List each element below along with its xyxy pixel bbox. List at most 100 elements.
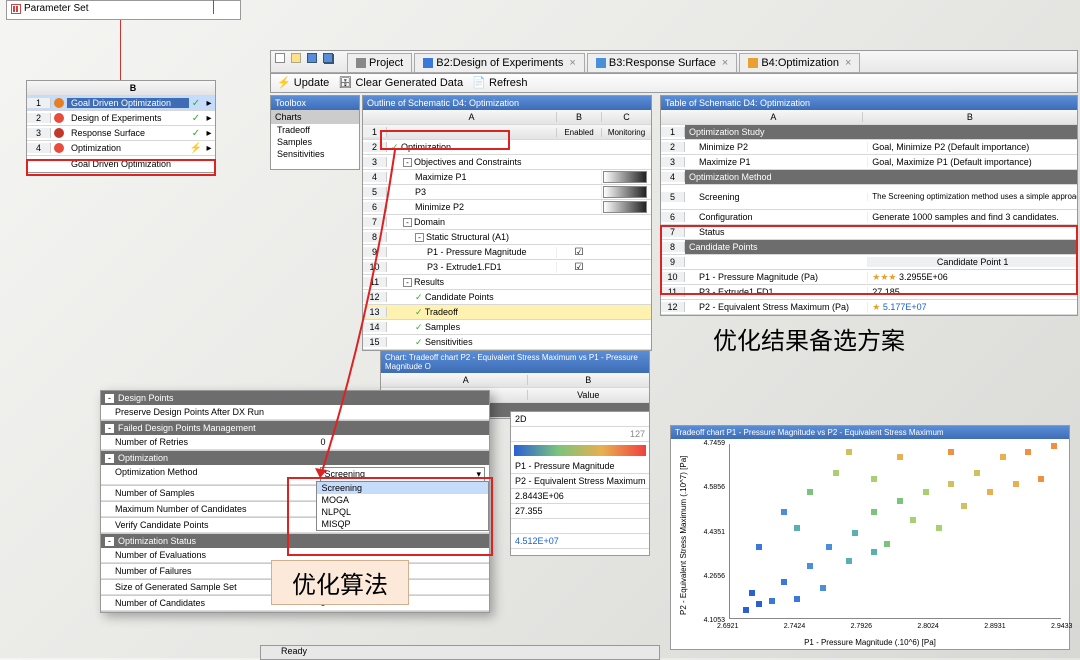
saveall-icon[interactable] — [323, 53, 333, 63]
outline-row-8[interactable]: 8-Static Structural (A1) — [363, 230, 651, 245]
outline-row-11[interactable]: 11-Results — [363, 275, 651, 290]
table-row-5[interactable]: 5 Screening The Screening optimization m… — [661, 185, 1077, 210]
close-icon[interactable]: × — [845, 57, 851, 69]
toolbox-item[interactable]: Samples — [271, 136, 359, 148]
outline-row-15[interactable]: 15✓ Sensitivities — [363, 335, 651, 350]
outline-row-12[interactable]: 12✓ Candidate Points — [363, 290, 651, 305]
schematic-row-3[interactable]: 3 Response Surface ✓ ▸ — [27, 126, 215, 141]
open-icon[interactable] — [291, 53, 301, 63]
outline-row-2[interactable]: 2✓ Optimization — [363, 140, 651, 155]
tab-icon — [596, 58, 606, 68]
status-ready: Ready — [261, 646, 307, 656]
props-section: -Failed Design Points Management — [101, 421, 489, 435]
clear-btn[interactable]: 🗄 Clear Generated Data — [338, 77, 463, 89]
scatter-point — [749, 590, 755, 596]
module-icon — [54, 113, 64, 123]
outline-row-4[interactable]: 4Maximize P1 — [363, 170, 651, 185]
table-group: 4Optimization Method — [661, 170, 1077, 185]
scatter-point — [897, 498, 903, 504]
annotation-algo: 优化算法 — [271, 560, 409, 605]
scatter-ylabel: P2 - Equivalent Stress Maximum (.10^7) [… — [679, 446, 695, 625]
table-row-12[interactable]: 12 P2 - Equivalent Stress Maximum (Pa) ★… — [661, 300, 1077, 315]
toolbox-item[interactable]: Sensitivities — [271, 148, 359, 160]
tab-icon — [748, 58, 758, 68]
schematic-col-header: B — [51, 83, 215, 93]
scatter-point — [1025, 449, 1031, 455]
tab-icon — [356, 58, 366, 68]
table-row-2[interactable]: 2 Minimize P2 Goal, Minimize P2 (Default… — [661, 140, 1077, 155]
table-row-3[interactable]: 3 Maximize P1 Goal, Maximize P1 (Default… — [661, 155, 1077, 170]
dropdown-item[interactable]: Screening — [317, 482, 488, 494]
dropdown-item[interactable]: NLPQL — [317, 506, 488, 518]
scatter-point — [807, 489, 813, 495]
tab-3[interactable]: B4:Optimization× — [739, 53, 860, 73]
table-row-9[interactable]: 9 Candidate Point 1 — [661, 255, 1077, 270]
tradeoff-title: Chart: Tradeoff chart P2 - Equivalent St… — [381, 351, 649, 373]
props-row[interactable]: Optimization Method Screening▾ Screening… — [101, 465, 489, 486]
table-row-6[interactable]: 6 Configuration Generate 1000 samples an… — [661, 210, 1077, 225]
outline-row-14[interactable]: 14✓ Samples — [363, 320, 651, 335]
scatter-point — [948, 481, 954, 487]
scatter-point — [871, 476, 877, 482]
dropdown-item[interactable]: MISQP — [317, 518, 488, 530]
update-btn[interactable]: ⚡ Update — [277, 77, 329, 89]
dropdown-item[interactable]: MOGA — [317, 494, 488, 506]
module-icon — [54, 143, 64, 153]
scatter-xlabel: P1 - Pressure Magnitude (.10^6) [Pa] — [671, 638, 1069, 647]
outline-row-10[interactable]: 10P3 - Extrude1.FD1☑ — [363, 260, 651, 275]
scatter-title: Tradeoff chart P1 - Pressure Magnitude v… — [671, 426, 1069, 439]
outline-row-9[interactable]: 9P1 - Pressure Magnitude☑ — [363, 245, 651, 260]
outline-row-3[interactable]: 3-Objectives and Constraints — [363, 155, 651, 170]
table-row-7[interactable]: 7 Status — [661, 225, 1077, 240]
table-row-11[interactable]: 11 P3 - Extrude1.FD1 27.185 — [661, 285, 1077, 300]
scatter-point — [852, 530, 858, 536]
outline-row-6[interactable]: 6Minimize P2 — [363, 200, 651, 215]
table-row-10[interactable]: 10 P1 - Pressure Magnitude (Pa) ★★★ 3.29… — [661, 270, 1077, 285]
outline-row-13[interactable]: 13✓ Tradeoff — [363, 305, 651, 320]
save-icon[interactable] — [307, 53, 317, 63]
toolbox-title: Toolbox — [271, 96, 359, 110]
scatter-point — [769, 598, 775, 604]
parameter-set-label: Parameter Set — [24, 3, 88, 14]
tab-icon — [423, 58, 433, 68]
props-row[interactable]: Preserve Design Points After DX Run — [101, 405, 489, 421]
props-section: -Optimization Status — [101, 534, 489, 548]
scatter-point — [794, 525, 800, 531]
new-icon[interactable] — [275, 53, 285, 63]
schematic-row-2[interactable]: 2 Design of Experiments ✓ ▸ — [27, 111, 215, 126]
scatter-point — [1013, 481, 1019, 487]
schematic-row-1[interactable]: 1 Goal Driven Optimization ✓ ▸ — [27, 96, 215, 111]
scatter-point — [871, 509, 877, 515]
table-title: Table of Schematic D4: Optimization — [661, 96, 1077, 110]
scatter-point — [1000, 454, 1006, 460]
scatter-point — [910, 517, 916, 523]
outline-row-7[interactable]: 7-Domain — [363, 215, 651, 230]
scatter-point — [897, 454, 903, 460]
gradient-slider[interactable] — [514, 445, 646, 456]
tab-0[interactable]: Project — [347, 53, 412, 73]
scatter-point — [961, 503, 967, 509]
close-icon[interactable]: × — [569, 57, 575, 69]
outline-row-5[interactable]: 5P3 — [363, 185, 651, 200]
scatter-point — [820, 585, 826, 591]
tab-2[interactable]: B3:Response Surface× — [587, 53, 737, 73]
tab-1[interactable]: B2:Design of Experiments× — [414, 53, 585, 73]
module-icon — [54, 128, 64, 138]
close-icon[interactable]: × — [722, 57, 728, 69]
scatter-point — [846, 558, 852, 564]
scatter-point — [781, 509, 787, 515]
table-group: 1Optimization Study — [661, 125, 1077, 140]
toolbox-item[interactable]: Tradeoff — [271, 124, 359, 136]
scatter-point — [923, 489, 929, 495]
table-group: 8Candidate Points — [661, 240, 1077, 255]
schematic-row-4[interactable]: 4 Optimization ⚡ ▸ — [27, 141, 215, 156]
toolbox-section: Charts — [271, 110, 359, 124]
schematic-caption: Goal Driven Optimization — [27, 156, 215, 172]
scatter-point — [826, 544, 832, 550]
props-row[interactable]: Number of Retries0 — [101, 435, 489, 451]
outline-title: Outline of Schematic D4: Optimization — [363, 96, 651, 110]
scatter-point — [987, 489, 993, 495]
refresh-btn[interactable]: 📄 Refresh — [472, 77, 527, 89]
scatter-point — [756, 544, 762, 550]
scatter-point — [833, 470, 839, 476]
